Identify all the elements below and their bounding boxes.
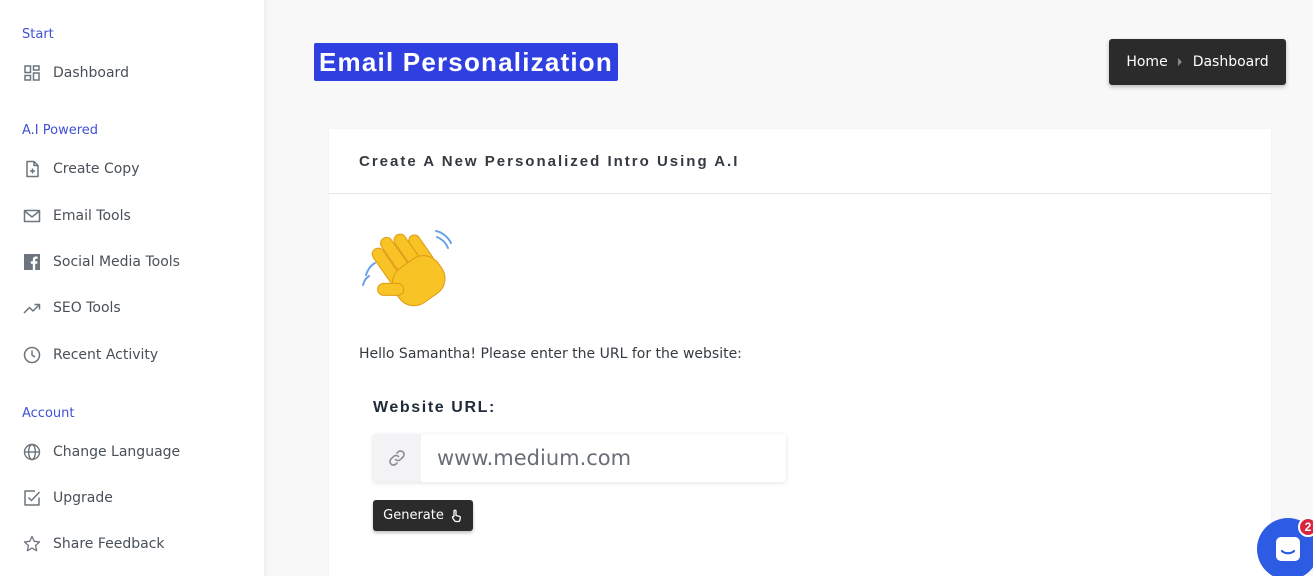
sidebar-item-label: Change Language <box>53 444 181 460</box>
breadcrumb-dashboard[interactable]: Dashboard <box>1193 54 1269 70</box>
file-plus-icon <box>22 159 42 179</box>
card-title: Create A New Personalized Intro Using A.… <box>329 129 1271 194</box>
sidebar-item-label: Social Media Tools <box>53 254 180 270</box>
sidebar-item-dashboard[interactable]: Dashboard <box>22 60 129 86</box>
sidebar-item-label: SEO Tools <box>53 300 121 316</box>
sidebar-item-social-media-tools[interactable]: Social Media Tools <box>22 249 180 275</box>
dashboard-icon <box>22 63 42 83</box>
check-square-icon <box>22 488 42 508</box>
mail-icon <box>22 206 42 226</box>
sidebar-item-label: Create Copy <box>53 161 140 177</box>
breadcrumb: Home Dashboard <box>1109 39 1286 85</box>
chat-icon <box>1276 537 1300 561</box>
sidebar-section-account: Account <box>22 406 75 421</box>
sidebar-item-seo-tools[interactable]: SEO Tools <box>22 295 121 321</box>
sidebar-item-label: Dashboard <box>53 65 129 81</box>
greeting-text: Hello Samantha! Please enter the URL for… <box>359 346 742 362</box>
star-icon <box>22 534 42 554</box>
pointer-hand-icon <box>451 509 461 522</box>
page-title: Email Personalization <box>314 43 618 81</box>
sidebar-item-recent-activity[interactable]: Recent Activity <box>22 342 158 368</box>
website-url-label: Website URL: <box>373 399 496 416</box>
facebook-icon <box>22 252 42 272</box>
sidebar-item-label: Share Feedback <box>53 536 165 552</box>
sidebar-item-email-tools[interactable]: Email Tools <box>22 203 131 229</box>
notification-badge: 2 <box>1298 517 1313 537</box>
website-url-input[interactable] <box>421 434 786 482</box>
sidebar-section-ai-powered: A.I Powered <box>22 123 99 138</box>
website-url-group <box>373 434 786 482</box>
sidebar-item-label: Email Tools <box>53 208 131 224</box>
globe-icon <box>22 442 42 462</box>
sidebar-item-change-language[interactable]: Change Language <box>22 439 180 465</box>
sidebar-section-start: Start <box>22 27 54 42</box>
breadcrumb-separator-icon <box>1177 58 1182 66</box>
trending-up-icon <box>22 298 42 318</box>
breadcrumb-home[interactable]: Home <box>1126 54 1167 70</box>
sidebar-item-label: Upgrade <box>53 490 113 506</box>
sidebar-item-upgrade[interactable]: Upgrade <box>22 485 113 511</box>
sidebar-item-label: Recent Activity <box>53 347 159 363</box>
sidebar: Start Dashboard A.I Powered Create Copy … <box>0 0 264 576</box>
generate-button-label: Generate <box>383 508 444 523</box>
sidebar-item-create-copy[interactable]: Create Copy <box>22 156 139 182</box>
link-icon <box>373 434 421 482</box>
clock-icon <box>22 345 42 365</box>
personalization-card: Create A New Personalized Intro Using A.… <box>329 129 1271 576</box>
waving-hand-icon <box>362 230 452 307</box>
generate-button[interactable]: Generate <box>373 500 473 531</box>
sidebar-item-share-feedback[interactable]: Share Feedback <box>22 531 165 557</box>
